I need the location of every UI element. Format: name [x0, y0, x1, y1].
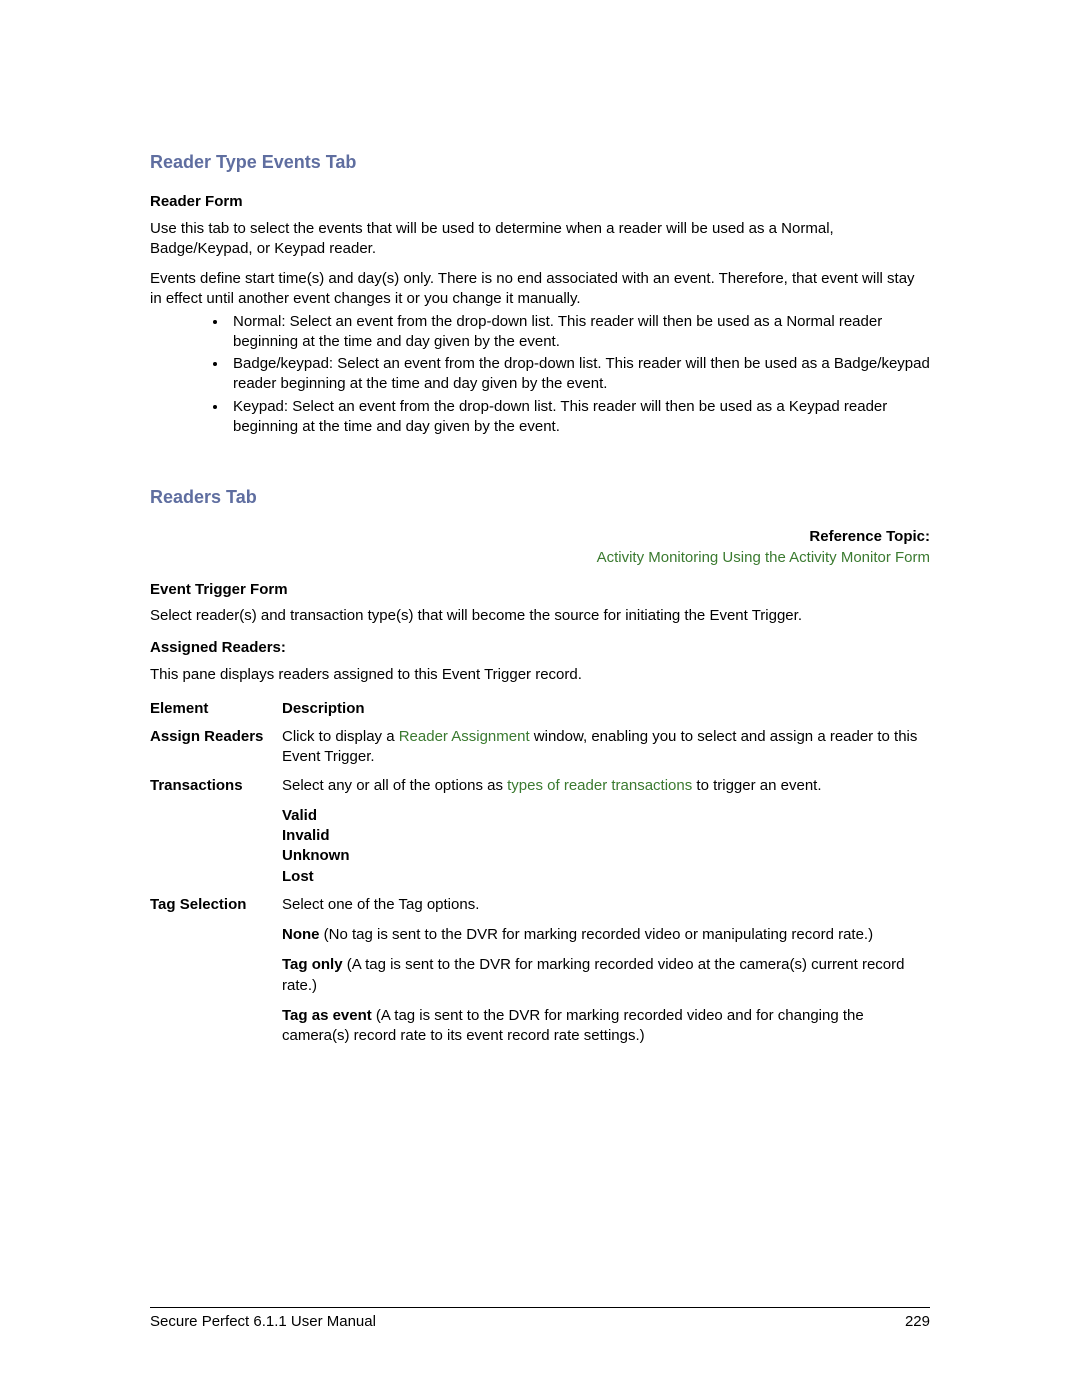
subheading-event-trigger-form: Event Trigger Form [150, 580, 930, 600]
reader-assignment-link[interactable]: Reader Assignment [399, 728, 530, 745]
assign-pre: Click to display a [282, 728, 399, 745]
trans-option-lost: Lost [282, 867, 930, 887]
reference-label: Reference Topic: [150, 527, 930, 547]
para-assigned-readers: This pane displays readers assigned to t… [150, 665, 930, 685]
para-event-trigger: Select reader(s) and transaction type(s)… [150, 606, 930, 626]
types-of-reader-transactions-link[interactable]: types of reader transactions [507, 777, 692, 794]
tag-none-rest: (No tag is sent to the DVR for marking r… [320, 926, 874, 943]
tag-none-bold: None [282, 926, 320, 943]
para-events: Events define start time(s) and day(s) o… [150, 269, 930, 310]
subheading-reader-form: Reader Form [150, 192, 930, 212]
bullet-keypad: Keypad: Select an event from the drop-do… [228, 397, 930, 438]
row-label-assign-readers: Assign Readers [150, 723, 282, 772]
footer-manual-name: Secure Perfect 6.1.1 User Manual [150, 1312, 376, 1332]
heading-readers-tab: Readers Tab [150, 485, 930, 509]
tag-event-bold: Tag as event [282, 1007, 372, 1024]
footer-page-number: 229 [905, 1312, 930, 1332]
row-label-transactions: Transactions [150, 772, 282, 891]
row-desc-transactions: Select any or all of the options as type… [282, 772, 930, 891]
trans-option-invalid: Invalid [282, 826, 930, 846]
bullet-badge-keypad: Badge/keypad: Select an event from the d… [228, 354, 930, 395]
trans-post: to trigger an event. [692, 777, 821, 794]
para-intro: Use this tab to select the events that w… [150, 219, 930, 260]
reference-link[interactable]: Activity Monitoring Using the Activity M… [150, 548, 930, 568]
tag-intro: Select one of the Tag options. [282, 895, 930, 915]
trans-option-unknown: Unknown [282, 846, 930, 866]
row-label-tag-selection: Tag Selection [150, 891, 282, 1051]
definition-table: Element Description Assign Readers Click… [150, 695, 930, 1051]
row-desc-assign-readers: Click to display a Reader Assignment win… [282, 723, 930, 772]
subheading-assigned-readers: Assigned Readers: [150, 638, 930, 658]
trans-pre: Select any or all of the options as [282, 777, 507, 794]
heading-reader-type-events: Reader Type Events Tab [150, 150, 930, 174]
reference-block: Reference Topic: Activity Monitoring Usi… [150, 527, 930, 568]
page-footer: Secure Perfect 6.1.1 User Manual 229 [150, 1307, 930, 1332]
tag-only-bold: Tag only [282, 956, 343, 973]
col-header-element: Element [150, 695, 282, 723]
trans-option-valid: Valid [282, 806, 930, 826]
page: Reader Type Events Tab Reader Form Use t… [0, 0, 1080, 1397]
row-desc-tag-selection: Select one of the Tag options. None (No … [282, 891, 930, 1051]
bullet-normal: Normal: Select an event from the drop-do… [228, 312, 930, 353]
bullet-list: Normal: Select an event from the drop-do… [150, 312, 930, 438]
col-header-description: Description [282, 695, 930, 723]
tag-only-rest: (A tag is sent to the DVR for marking re… [282, 956, 904, 993]
